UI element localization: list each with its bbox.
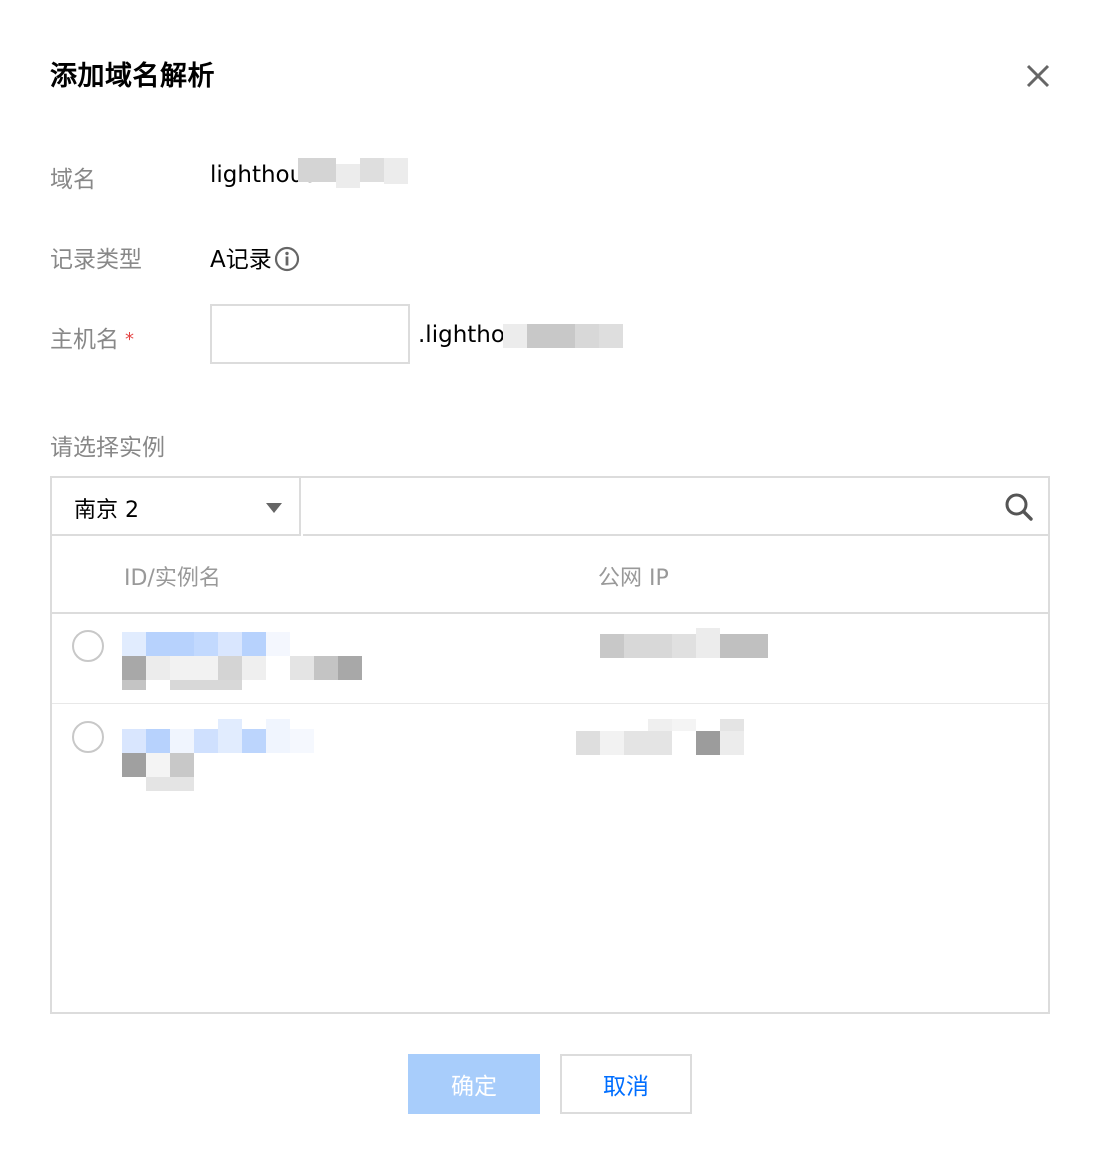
record-type-field: A记录 <box>210 240 300 274</box>
instance-section-label: 请选择实例 <box>50 435 165 461</box>
close-icon[interactable] <box>1020 58 1056 94</box>
search-icon[interactable] <box>1004 492 1034 522</box>
required-mark: * <box>125 329 134 350</box>
record-type-value: A记录 <box>210 247 272 273</box>
instance-selector: 南京 2 ID/实例名 公网 IP <box>50 476 1050 1014</box>
add-dns-record-dialog: 添加域名解析 域名 lighthous 记录类型 A记录 主机名 * .light… <box>0 0 1096 1164</box>
row-radio[interactable] <box>72 721 104 753</box>
column-header-public-ip: 公网 IP <box>598 566 669 591</box>
hostname-label: 主机名 * <box>50 327 134 353</box>
column-header-id: ID/实例名 <box>124 566 221 591</box>
caret-down-icon <box>266 503 282 513</box>
region-selected-value: 南京 2 <box>74 498 139 523</box>
row-radio[interactable] <box>72 630 104 662</box>
region-dropdown[interactable]: 南京 2 <box>52 478 301 536</box>
cancel-button[interactable]: 取消 <box>560 1054 692 1114</box>
instance-search-input[interactable] <box>303 478 1048 536</box>
table-header: ID/实例名 公网 IP <box>52 536 1048 614</box>
dialog-title: 添加域名解析 <box>50 61 215 92</box>
domain-label: 域名 <box>50 167 96 193</box>
info-icon[interactable] <box>274 246 300 272</box>
table-row[interactable] <box>52 705 1048 795</box>
table-row[interactable] <box>52 614 1048 704</box>
hostname-input[interactable] <box>210 304 410 364</box>
record-type-label: 记录类型 <box>50 247 142 273</box>
confirm-button[interactable]: 确定 <box>408 1054 540 1114</box>
